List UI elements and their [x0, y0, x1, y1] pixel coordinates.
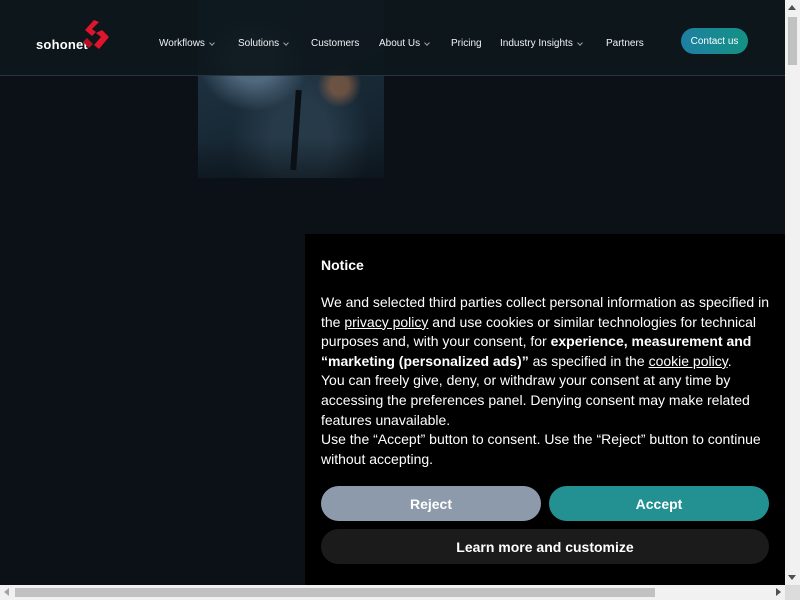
nav-item-about-us[interactable]: About Us: [379, 38, 430, 49]
nav-item-customers[interactable]: Customers: [311, 38, 359, 49]
notice-button-row: Reject Accept: [321, 486, 769, 521]
notice-paragraph-2: You can freely give, deny, or withdraw y…: [321, 372, 750, 428]
horizontal-scrollbar[interactable]: [0, 585, 785, 600]
sohonet-logo-icon: [83, 20, 109, 49]
nav-label: Partners: [606, 38, 644, 49]
notice-title: Notice: [321, 257, 364, 273]
nav-item-industry-insights[interactable]: Industry Insights: [500, 38, 583, 49]
site-header: sohonet Workflows Solutions Customers Ab…: [0, 0, 785, 76]
nav-label: Customers: [311, 38, 360, 49]
nav-item-solutions[interactable]: Solutions: [238, 38, 289, 49]
chevron-down-icon: [283, 39, 289, 46]
scroll-left-arrow-icon[interactable]: [4, 588, 9, 596]
nav-item-partners[interactable]: Partners: [606, 38, 644, 49]
learn-more-button[interactable]: Learn more and customize: [321, 529, 769, 564]
scroll-up-arrow-icon[interactable]: [788, 5, 796, 10]
notice-text: as specified in the: [528, 352, 649, 369]
contact-us-button[interactable]: Contact us: [681, 28, 748, 54]
vertical-scroll-thumb[interactable]: [788, 17, 797, 65]
nav-label: Workflows: [159, 38, 205, 49]
nav-item-workflows[interactable]: Workflows: [159, 38, 215, 49]
scroll-right-arrow-icon[interactable]: [776, 588, 781, 596]
nav-label: Solutions: [238, 38, 280, 49]
reject-button[interactable]: Reject: [321, 486, 541, 521]
chevron-down-icon: [576, 39, 583, 46]
scroll-down-arrow-icon[interactable]: [788, 575, 796, 580]
notice-body: We and selected third parties collect pe…: [321, 293, 771, 469]
nav-label: About Us: [379, 38, 421, 49]
nav-label: Pricing: [451, 38, 482, 49]
chevron-down-icon: [209, 39, 215, 46]
hero-image-shade: [198, 138, 384, 178]
scrollbar-corner: [785, 585, 800, 600]
notice-paragraph-3: Use the “Accept” button to consent. Use …: [321, 431, 761, 467]
chevron-down-icon: [424, 39, 430, 46]
cookie-policy-link[interactable]: cookie policy: [649, 353, 728, 369]
nav-label: Industry Insights: [500, 38, 573, 49]
notice-paragraph-1: We and selected third parties collect pe…: [321, 293, 771, 371]
nav-item-pricing[interactable]: Pricing: [451, 38, 482, 49]
cookie-notice: Notice We and selected third parties col…: [305, 234, 785, 586]
horizontal-scroll-thumb[interactable]: [15, 588, 655, 597]
vertical-scrollbar[interactable]: [785, 0, 800, 585]
privacy-policy-link[interactable]: privacy policy: [344, 314, 428, 330]
accept-button[interactable]: Accept: [549, 486, 769, 521]
notice-text: .: [727, 352, 732, 369]
